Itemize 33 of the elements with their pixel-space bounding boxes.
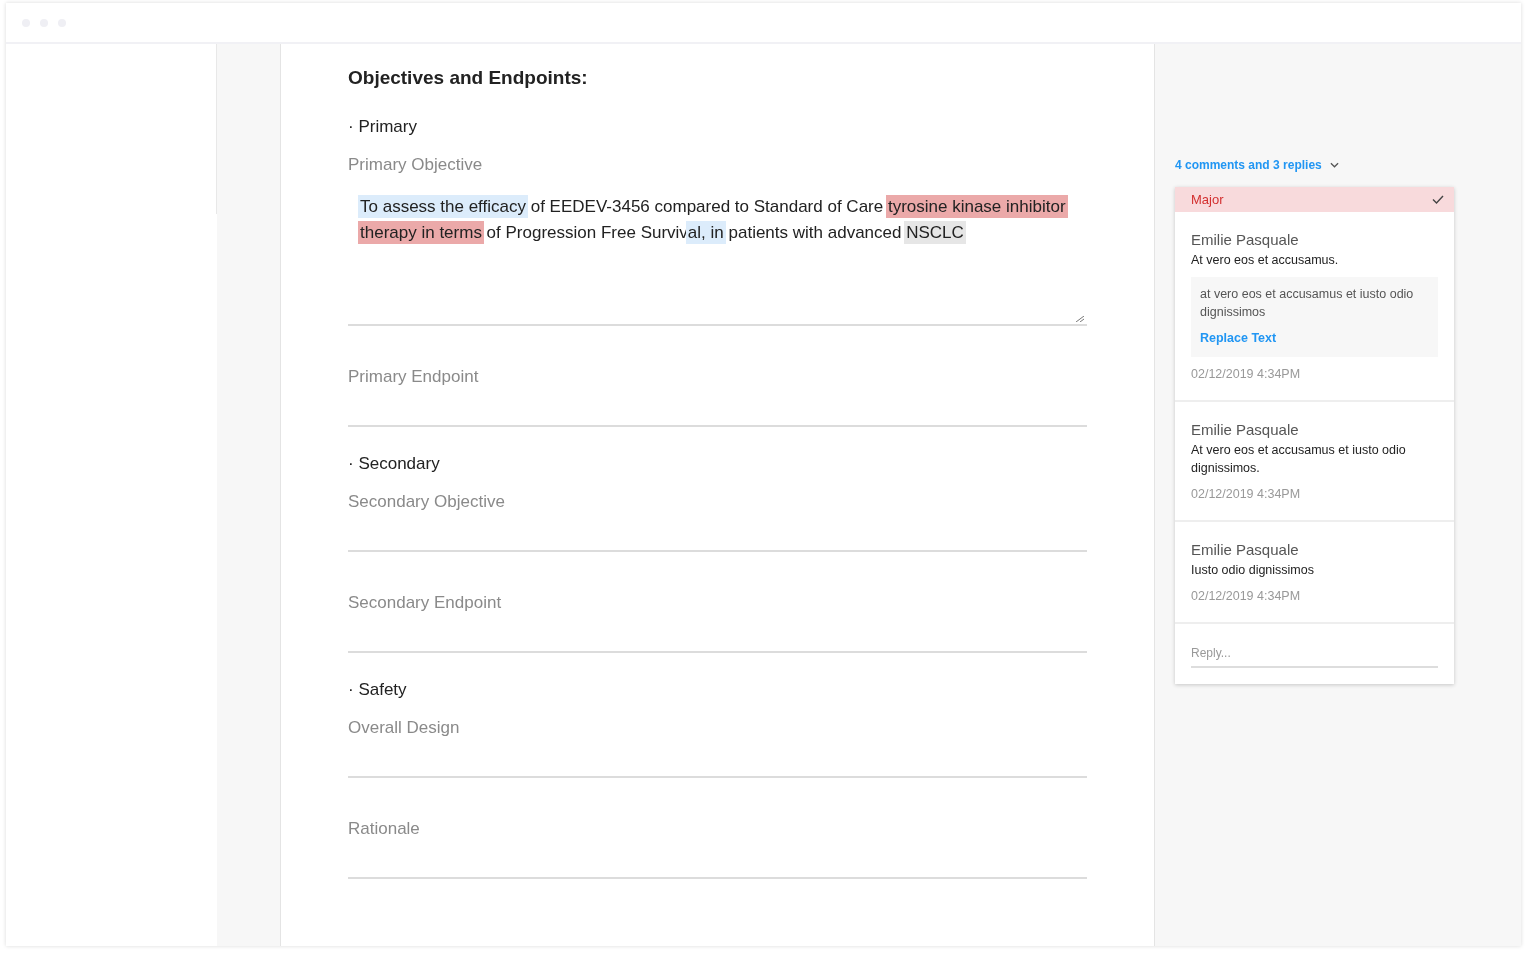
- field-label: Secondary Endpoint: [348, 592, 502, 614]
- comment-text: Iusto odio dignissimos: [1191, 562, 1315, 579]
- text-field[interactable]: Primary Objective To assess the efficacy of EEDEV-3456 compared to Standard of Care tyrosine kinase inhibitor therapy in terms of Progression Free Survival, in patients with advanced NSCLC: [348, 154, 1087, 326]
- text-field[interactable]: Rationale: [348, 818, 1087, 879]
- comment-author: Emilie Pasquale: [1191, 420, 1299, 440]
- comment-timestamp: 02/12/2019 4:34PM: [1191, 366, 1301, 383]
- text-field[interactable]: Overall Design: [348, 717, 1087, 778]
- comment-author: Emilie Pasquale: [1191, 230, 1299, 250]
- resize-handle-icon[interactable]: [1075, 316, 1085, 322]
- field-label: Secondary Objective: [348, 491, 505, 513]
- replace-text-link[interactable]: Replace Text: [1200, 329, 1277, 347]
- comment-author: Emilie Pasquale: [1191, 540, 1299, 560]
- text-field[interactable]: Secondary Objective: [348, 491, 1087, 552]
- comment-timestamp: 02/12/2019 4:34PM: [1191, 486, 1301, 503]
- suggestion-text: at vero eos et accusamus et iusto odio dignissimos: [1200, 286, 1415, 321]
- document-heading: Objectives and Endpoints:: [348, 66, 589, 90]
- comment-text: At vero eos et accusamus et iusto odio dignissimos.: [1191, 442, 1407, 477]
- field-label: Rationale: [348, 818, 420, 840]
- section-title: · Secondary: [348, 453, 440, 475]
- text-field[interactable]: Primary Endpoint: [348, 366, 1087, 427]
- text-field[interactable]: Secondary Endpoint: [348, 592, 1087, 653]
- section-title: · Safety: [348, 679, 407, 701]
- severity-label: Major: [1191, 190, 1224, 209]
- comments-summary-link[interactable]: 4 comments and 3 replies: [1175, 157, 1339, 173]
- objective-text: To assess the efficacy of EEDEV-3456 compared to Standard of Care tyrosine kinase inhibitor therapy in terms of Progression Free Survival, in patients with advanced NSCLC: [357, 194, 1069, 246]
- check-icon[interactable]: [1432, 195, 1444, 204]
- field-label: Primary Objective: [348, 154, 483, 176]
- section-title: · Primary: [348, 116, 417, 138]
- reply-field[interactable]: Reply...: [1191, 644, 1438, 668]
- field-label: Primary Endpoint: [348, 366, 479, 388]
- field-label: Overall Design: [348, 717, 460, 739]
- comment-text: At vero eos et accusamus.: [1191, 252, 1340, 269]
- comment-timestamp: 02/12/2019 4:34PM: [1191, 588, 1301, 605]
